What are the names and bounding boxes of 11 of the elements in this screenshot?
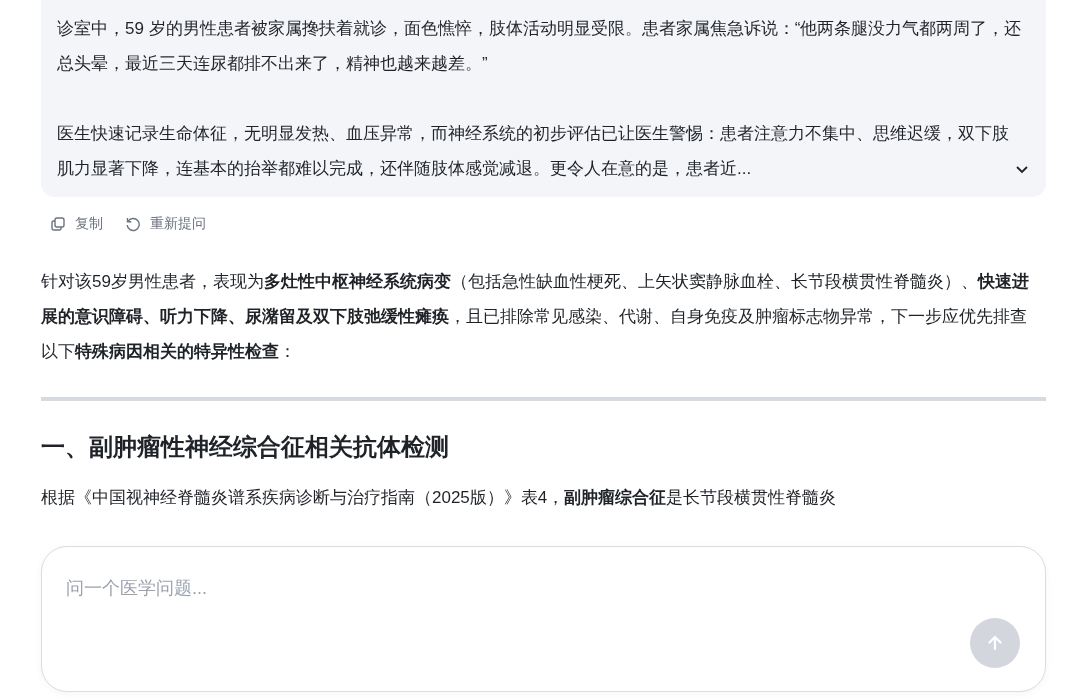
question-text: 诊室中，59 岁的男性患者被家属搀扶着就诊，面色憔悴，肢体活动明显受限。患者家属焦急诉说：“他两条腿没力气都两周了，还总头晕，最近三天连尿都排不出来了，精神也越来越差。”	[57, 18, 1023, 75]
retry-button[interactable]: 重新提问	[124, 213, 207, 234]
copy-button[interactable]: 复制	[49, 213, 104, 234]
arrow-up-icon	[985, 633, 1005, 653]
section-heading: 一、副肿瘤性神经综合征相关抗体检测	[41, 432, 450, 462]
answer-intro: 针对该59岁男性患者，表现为多灶性中枢神经系统病变（包括急性缺血性梗死、上矢状窦静脉血栓、长节段横贯性脊髓炎）、快速进展的意识障碍、听力下降、尿潴留及双下肢弛缓性瘫痪，且已排除常见感染、代谢、自身免疫及肿瘤标志物异常，下一步应优先排查以下特殊病因相关的特异性检查：	[41, 271, 1030, 363]
question-text: 医生快速记录生命体征，无明显发热、血压异常，而神经系统的初步评估已让医生警惕：患者注意力不集中、思维迟缓，双下肢肌力显著下降，连基本的抬举都难以完成，还伴随肢体感觉减退。更令人在意的是，患者近...	[57, 123, 1010, 180]
question-input[interactable]: 问一个医学问题...	[66, 573, 966, 603]
answer-paragraph: 根据《中国视神经脊髓炎谱系疾病诊断与治疗指南（2025版）》表4，副肿瘤综合征是长节段横贯性脊髓炎	[41, 487, 838, 509]
copy-icon	[50, 215, 66, 232]
refresh-icon	[125, 215, 141, 232]
